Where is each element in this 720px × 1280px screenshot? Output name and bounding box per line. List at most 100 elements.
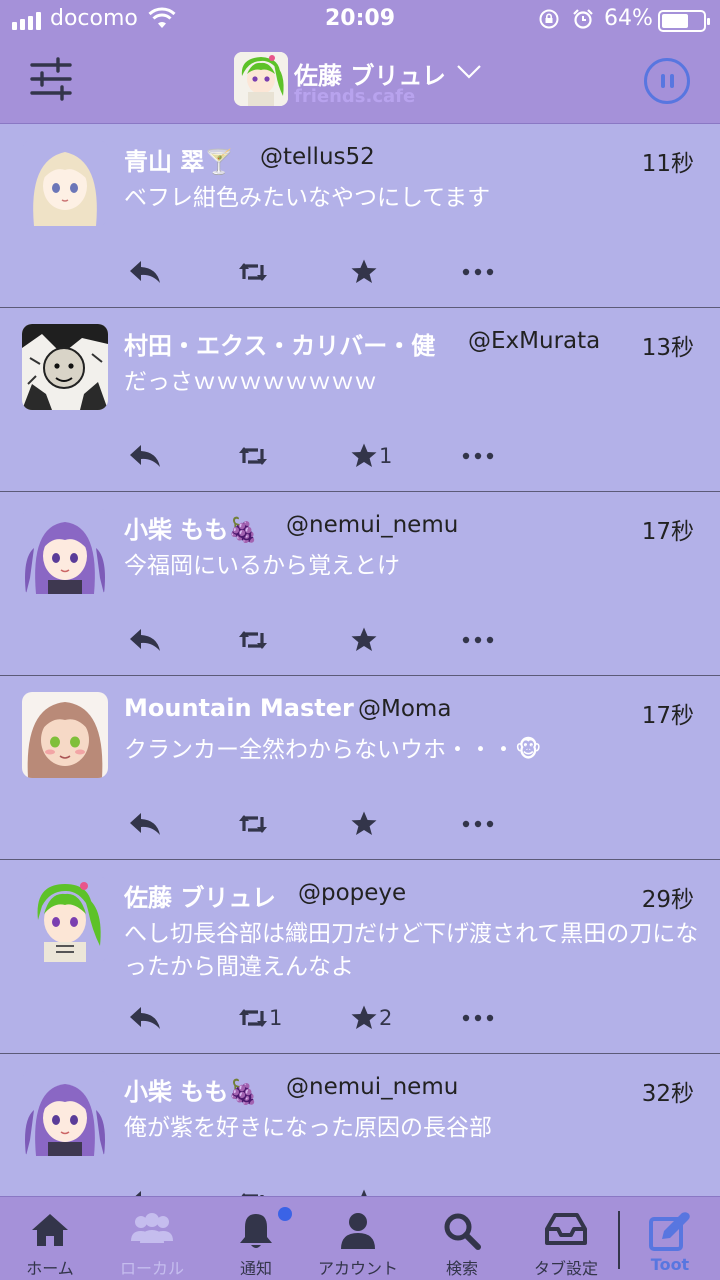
- display-name[interactable]: 佐藤 ブリュレ: [124, 878, 276, 913]
- bell-icon: [240, 1214, 272, 1248]
- timeline[interactable]: 青山 翠🍸 @tellus52 11秒 ベフレ紺色みたいなやつにしてます 村田・…: [0, 124, 720, 1196]
- more-button[interactable]: [462, 624, 494, 656]
- top-bar: docomo 20:09 64% 佐藤 ブリュレ friends.cafe: [0, 0, 720, 124]
- user-avatar[interactable]: [22, 876, 108, 962]
- favourite-button[interactable]: 1: [350, 440, 392, 472]
- tab-label: ローカル: [119, 1259, 184, 1278]
- reply-button[interactable]: [128, 440, 162, 472]
- notification-badge: [278, 1207, 292, 1221]
- more-dots-icon: [462, 820, 494, 828]
- rotation-lock-icon: [539, 9, 559, 29]
- reply-icon: [130, 813, 160, 835]
- boost-button[interactable]: [238, 624, 269, 656]
- account-switcher[interactable]: 佐藤 ブリュレ friends.cafe: [234, 50, 494, 110]
- settings-sliders-icon[interactable]: [26, 56, 76, 102]
- favourite-button[interactable]: [350, 624, 379, 656]
- favourite-star-icon: [351, 1005, 377, 1029]
- tab-toot[interactable]: Toot: [620, 1197, 720, 1280]
- reply-button[interactable]: [128, 1002, 162, 1034]
- more-button[interactable]: [462, 1002, 494, 1034]
- timeline-post[interactable]: Mountain Master @Moma 17秒 クランカー全然わからないウホ…: [0, 676, 720, 860]
- timeline-post[interactable]: 村田・エクス・カリバー・健 @ExMurata 13秒 だっさｗｗｗｗｗｗｗｗ …: [0, 308, 720, 492]
- pause-streaming-button[interactable]: [644, 58, 690, 104]
- timeline-post[interactable]: 小柴 もも🍇 @nemui_nemu 17秒 今福岡にいるから覚えとけ: [0, 492, 720, 676]
- person-icon: [341, 1213, 375, 1249]
- timeline-post[interactable]: 佐藤 ブリュレ @popeye 29秒 へし切長谷部は織田刀だけど下げ渡されて黒…: [0, 860, 720, 1054]
- favourite-count: 2: [379, 1006, 393, 1030]
- post-time[interactable]: 17秒: [642, 696, 694, 730]
- more-dots-icon: [462, 636, 494, 644]
- user-handle[interactable]: @ExMurata: [468, 328, 600, 354]
- more-button[interactable]: [462, 256, 494, 288]
- favourite-button[interactable]: [350, 256, 379, 288]
- bottom-tab-bar: ホーム ローカル 通知 アカウント 検索 タブ設定 Toot: [0, 1196, 720, 1280]
- boost-button[interactable]: 1: [238, 1002, 282, 1034]
- reply-button[interactable]: [128, 256, 162, 288]
- favourite-star-icon: [351, 259, 377, 283]
- user-avatar[interactable]: [22, 140, 108, 226]
- tab-tab-settings[interactable]: タブ設定: [516, 1197, 616, 1280]
- post-content: だっさｗｗｗｗｗｗｗｗ: [124, 369, 377, 395]
- favourite-button[interactable]: 2: [350, 1002, 392, 1034]
- post-content: クランカー全然わからないウホ・・・🐵: [124, 737, 542, 763]
- user-handle[interactable]: @nemui_nemu: [286, 512, 458, 538]
- timeline-post[interactable]: 青山 翠🍸 @tellus52 11秒 ベフレ紺色みたいなやつにしてます: [0, 124, 720, 308]
- favourite-button[interactable]: [350, 1186, 379, 1196]
- user-handle[interactable]: @tellus52: [260, 144, 375, 170]
- display-name[interactable]: 小柴 もも🍇: [124, 510, 258, 545]
- post-time[interactable]: 32秒: [642, 1074, 694, 1108]
- display-name[interactable]: 小柴 もも🍇: [124, 1072, 258, 1107]
- post-actions: [128, 624, 508, 656]
- more-dots-icon: [462, 452, 494, 460]
- inbox-tray-icon: [545, 1213, 587, 1245]
- more-button[interactable]: [462, 440, 494, 472]
- status-bar: docomo 20:09 64%: [0, 0, 720, 40]
- tab-account[interactable]: アカウント: [308, 1197, 408, 1280]
- post-time[interactable]: 11秒: [642, 144, 694, 178]
- reply-button[interactable]: [128, 1186, 162, 1196]
- post-content: ベフレ紺色みたいなやつにしてます: [124, 185, 491, 211]
- post-time[interactable]: 13秒: [642, 328, 694, 362]
- tab-search[interactable]: 検索: [412, 1197, 512, 1280]
- post-time[interactable]: 29秒: [642, 880, 694, 914]
- post-actions: [128, 808, 508, 840]
- account-avatar: [234, 52, 288, 106]
- tab-home[interactable]: ホーム: [0, 1197, 100, 1280]
- user-avatar[interactable]: [22, 692, 108, 778]
- boost-button[interactable]: [238, 808, 269, 840]
- favourite-star-icon: [351, 443, 377, 467]
- tab-label: ホーム: [26, 1259, 74, 1278]
- boost-button[interactable]: [238, 440, 269, 472]
- user-avatar[interactable]: [22, 1070, 108, 1156]
- user-avatar[interactable]: [22, 508, 108, 594]
- tab-label: 通知: [239, 1259, 272, 1278]
- favourite-star-icon: [361, 1189, 367, 1196]
- reply-icon: [130, 629, 160, 651]
- favourite-button[interactable]: [350, 808, 379, 840]
- more-button[interactable]: [462, 808, 494, 840]
- post-actions: 1 2: [128, 1002, 508, 1034]
- reply-button[interactable]: [128, 808, 162, 840]
- boost-button[interactable]: [238, 256, 269, 288]
- reply-button[interactable]: [128, 624, 162, 656]
- more-button[interactable]: [462, 1186, 494, 1196]
- pause-icon: [661, 74, 665, 88]
- tab-local[interactable]: ローカル: [102, 1197, 202, 1280]
- display-name[interactable]: Mountain Master: [124, 694, 354, 722]
- user-handle[interactable]: @nemui_nemu: [286, 1074, 458, 1100]
- reply-icon: [135, 1191, 141, 1196]
- timeline-post[interactable]: 小柴 もも🍇 @nemui_nemu 32秒 俺が紫を好きになった原因の長谷部: [0, 1054, 720, 1196]
- post-content: へし切長谷部は織田刀だけど下げ渡されて黒田の刀になったから間違えんなよ: [124, 921, 699, 980]
- local-users-icon: [131, 1213, 173, 1243]
- post-content: 今福岡にいるから覚えとけ: [124, 553, 400, 579]
- reply-icon: [130, 261, 160, 283]
- display-name[interactable]: 村田・エクス・カリバー・健: [124, 326, 435, 361]
- boost-button[interactable]: [238, 1186, 269, 1196]
- user-avatar[interactable]: [22, 324, 108, 410]
- boost-icon: [239, 447, 267, 465]
- battery-percent: 64%: [604, 6, 653, 31]
- post-time[interactable]: 17秒: [642, 512, 694, 546]
- display-name[interactable]: 青山 翠🍸: [124, 142, 234, 177]
- user-handle[interactable]: @popeye: [298, 880, 406, 906]
- user-handle[interactable]: @Moma: [358, 696, 451, 722]
